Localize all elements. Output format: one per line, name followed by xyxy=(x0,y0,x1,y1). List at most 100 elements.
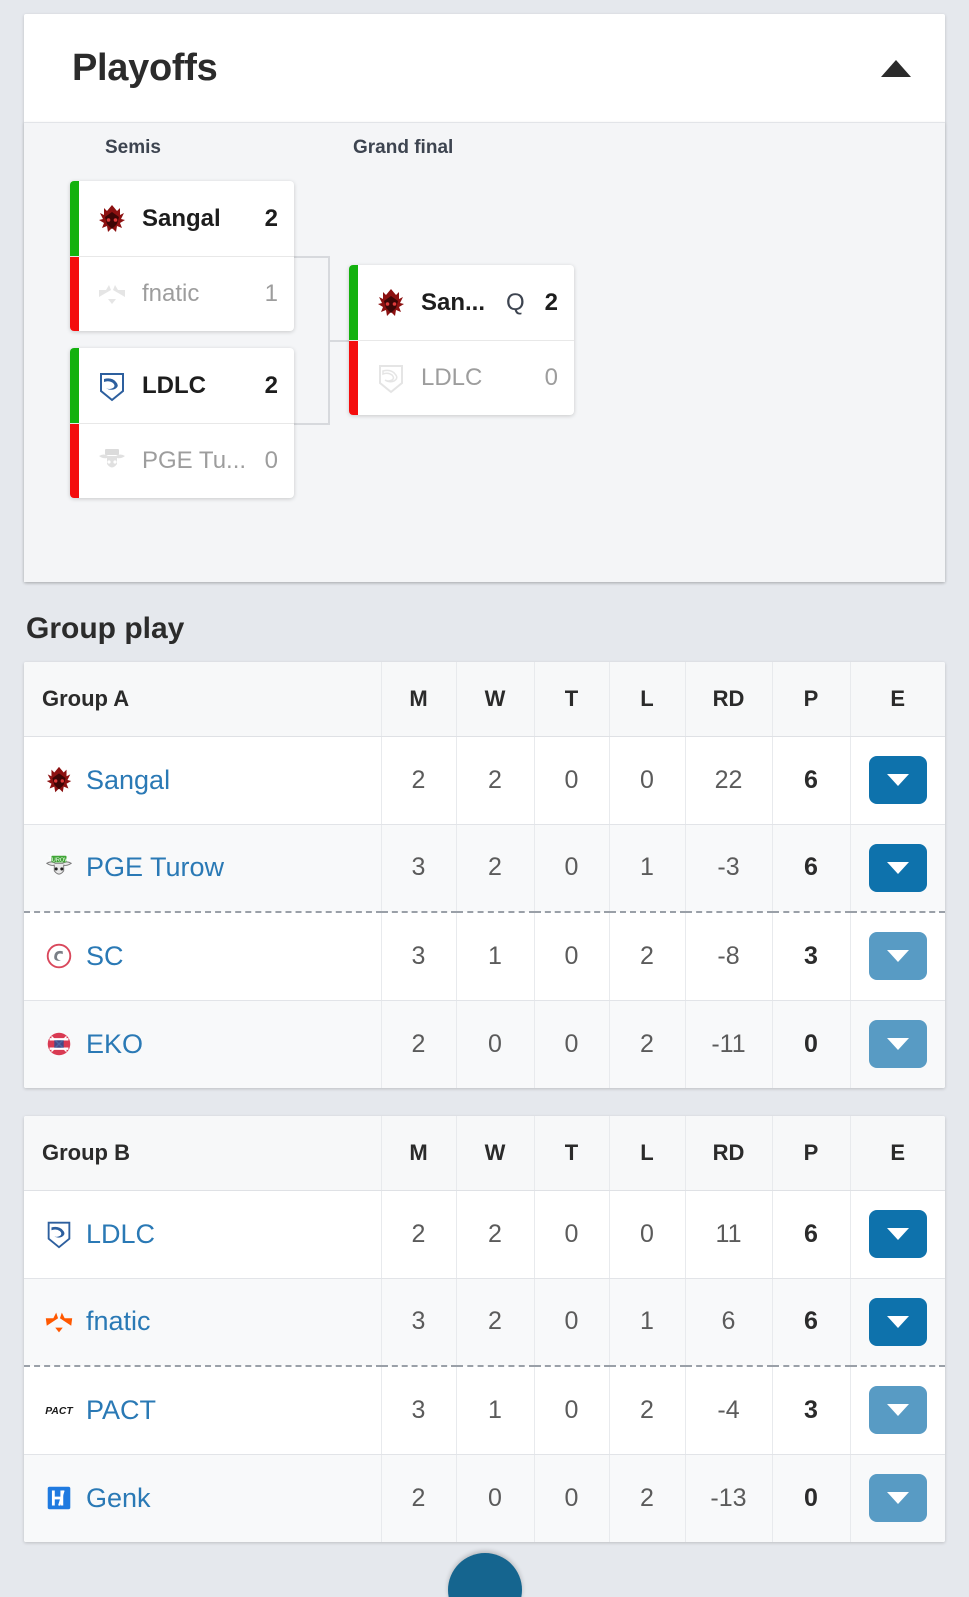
match-score: 0 xyxy=(264,447,278,474)
team-link[interactable]: EKO xyxy=(86,1029,143,1060)
cell-expand xyxy=(850,824,945,913)
cell-l: 1 xyxy=(609,1278,686,1367)
bracket-connector xyxy=(328,256,330,342)
cell-m: 2 xyxy=(381,736,457,825)
expand-row-button[interactable] xyxy=(868,932,927,981)
group-name-header: Group B xyxy=(24,1116,382,1191)
cell-rd: -8 xyxy=(685,912,773,1001)
cell-w: 2 xyxy=(456,1190,535,1279)
team-link[interactable]: Genk xyxy=(86,1483,151,1514)
cell-l: 2 xyxy=(609,912,686,1001)
column-header-p: P xyxy=(772,1116,851,1191)
table-row: EKO 2 0 0 2 -11 0 xyxy=(24,1000,945,1088)
expand-row-button[interactable] xyxy=(868,843,927,892)
bracket-connector xyxy=(294,256,330,258)
match-row[interactable]: PGE Tu... 0 xyxy=(70,423,294,498)
pge-turow-logo xyxy=(94,443,130,479)
cell-w: 1 xyxy=(456,912,535,1001)
team-link[interactable]: LDLC xyxy=(86,1219,155,1250)
fnatic-logo xyxy=(42,1305,76,1339)
team-name: LDLC xyxy=(421,364,483,391)
team-cell: SC xyxy=(24,912,382,1001)
table-row: Sangal 2 2 0 0 22 6 xyxy=(24,736,945,825)
cell-l: 2 xyxy=(609,1000,686,1088)
cell-rd: 22 xyxy=(685,736,773,825)
expand-row-button[interactable] xyxy=(868,1474,927,1523)
expand-row-button[interactable] xyxy=(868,1020,927,1069)
pact-logo: PACT xyxy=(42,1393,76,1427)
cell-p: 3 xyxy=(772,912,851,1001)
match-card-grand-final[interactable]: San... Q 2 LDLC 0 xyxy=(349,265,574,415)
table-row: fnatic 3 2 0 1 6 6 xyxy=(24,1278,945,1367)
ldlc-logo xyxy=(94,368,130,404)
column-header-e: E xyxy=(850,662,945,737)
cell-expand xyxy=(850,1454,945,1542)
cell-p: 6 xyxy=(772,736,851,825)
expand-row-button[interactable] xyxy=(868,1386,927,1435)
caret-down-icon xyxy=(886,1228,909,1240)
caret-down-icon xyxy=(886,1315,909,1328)
cell-w: 0 xyxy=(456,1000,535,1088)
team-cell: LDLC xyxy=(24,1190,382,1279)
cell-t: 0 xyxy=(534,1000,610,1088)
expand-row-button[interactable] xyxy=(868,1297,927,1346)
cell-t: 0 xyxy=(534,736,610,825)
group-play-title: Group play xyxy=(26,612,185,645)
caret-up-icon[interactable] xyxy=(881,59,911,77)
expand-row-button[interactable] xyxy=(868,1210,927,1258)
column-header-p: P xyxy=(772,662,851,737)
team-name: Sangal xyxy=(142,204,221,232)
playoffs-header[interactable]: Playoffs xyxy=(24,14,945,122)
column-header-t: T xyxy=(534,662,610,737)
cell-rd: -3 xyxy=(685,824,773,913)
match-row[interactable]: LDLC 2 xyxy=(70,348,294,423)
match-row[interactable]: fnatic 1 xyxy=(70,256,294,331)
team-link[interactable]: Sangal xyxy=(86,765,170,796)
cell-p: 6 xyxy=(772,1190,851,1279)
column-header-t: T xyxy=(534,1116,610,1191)
cell-expand xyxy=(850,912,945,1001)
team-link[interactable]: PACT xyxy=(86,1395,156,1426)
table-row: Genk 2 0 0 2 -13 0 xyxy=(24,1454,945,1542)
team-link[interactable]: fnatic xyxy=(86,1306,151,1337)
team-cell: Genk xyxy=(24,1454,382,1542)
cell-m: 2 xyxy=(381,1454,457,1542)
expand-row-button[interactable] xyxy=(868,756,927,804)
cell-m: 3 xyxy=(381,1366,457,1455)
genk-logo xyxy=(42,1481,76,1515)
bracket-connector xyxy=(328,340,350,342)
column-header-w: W xyxy=(456,662,535,737)
table-row: LDLC 2 2 0 0 11 6 xyxy=(24,1190,945,1279)
svg-text:TUROW: TUROW xyxy=(48,857,70,863)
cell-t: 0 xyxy=(534,1190,610,1279)
team-link[interactable]: SC xyxy=(86,941,124,972)
cell-rd: -4 xyxy=(685,1366,773,1455)
cell-expand xyxy=(850,1366,945,1455)
column-header-m: M xyxy=(381,1116,457,1191)
match-card-semi-2[interactable]: LDLC 2 PGE Tu... 0 xyxy=(70,348,294,498)
sangal-logo xyxy=(94,201,130,237)
standings-table-group-b: Group B M W T L RD P E LDLC 2 2 0 0 11 6… xyxy=(24,1116,945,1597)
ldlc-logo xyxy=(42,1217,76,1251)
team-cell: EKO xyxy=(24,1000,382,1088)
caret-down-icon xyxy=(886,1038,909,1051)
caret-down-icon xyxy=(886,861,909,874)
cell-l: 0 xyxy=(609,736,686,825)
fnatic-logo xyxy=(94,276,130,312)
match-row[interactable]: LDLC 0 xyxy=(349,340,574,415)
match-score: 2 xyxy=(264,371,278,399)
table-header-row: Group B M W T L RD P E xyxy=(24,1116,945,1191)
bracket-connector xyxy=(328,340,330,425)
cell-m: 3 xyxy=(381,912,457,1001)
match-row[interactable]: Sangal 2 xyxy=(70,181,294,256)
cell-w: 2 xyxy=(456,1278,535,1367)
match-score: 2 xyxy=(264,204,278,232)
match-row[interactable]: San... Q 2 xyxy=(349,265,574,340)
result-bar-lose xyxy=(70,257,79,331)
bracket-panel: Semis Grand final Sangal 2 fnatic 1 LDLC… xyxy=(24,122,945,582)
column-header-l: L xyxy=(609,1116,686,1191)
cell-expand xyxy=(850,1000,945,1088)
column-header-rd: RD xyxy=(685,1116,773,1191)
team-link[interactable]: PGE Turow xyxy=(86,852,224,883)
match-card-semi-1[interactable]: Sangal 2 fnatic 1 xyxy=(70,181,294,331)
